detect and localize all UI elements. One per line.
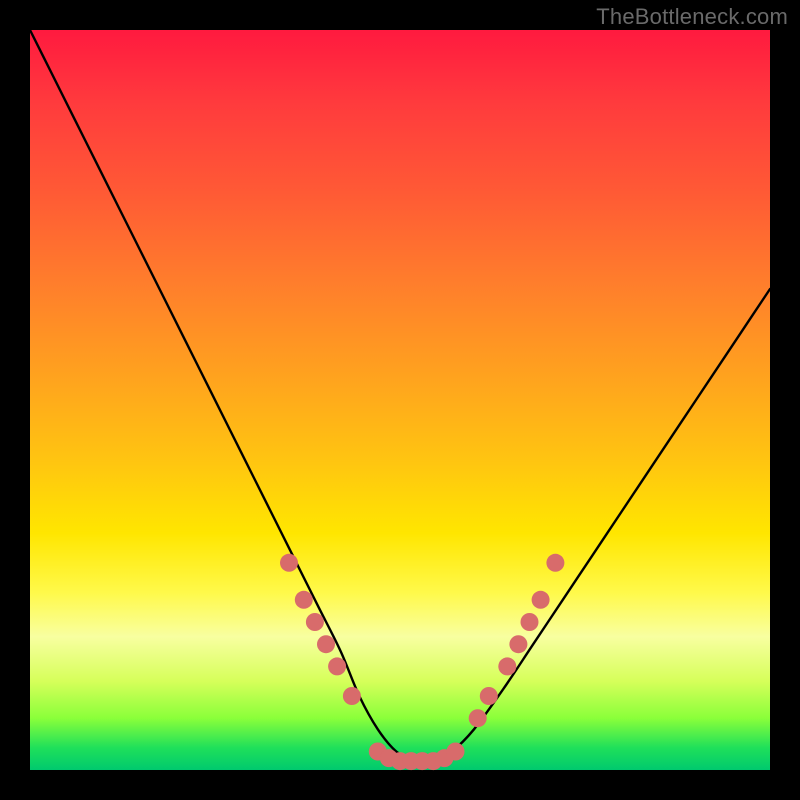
curve-marker: [447, 743, 465, 761]
bottleneck-curve: [30, 30, 770, 762]
curve-marker: [480, 687, 498, 705]
watermark-text: TheBottleneck.com: [596, 4, 788, 30]
plot-area: [30, 30, 770, 770]
curve-marker: [280, 554, 298, 572]
curve-marker: [546, 554, 564, 572]
curve-marker: [343, 687, 361, 705]
curve-marker: [498, 657, 516, 675]
outer-frame: TheBottleneck.com: [0, 0, 800, 800]
curve-marker: [295, 591, 313, 609]
curve-marker: [532, 591, 550, 609]
curve-marker: [469, 709, 487, 727]
curve-marker: [306, 613, 324, 631]
curve-marker: [509, 635, 527, 653]
chart-svg: [30, 30, 770, 770]
curve-marker: [317, 635, 335, 653]
curve-marker: [521, 613, 539, 631]
curve-marker: [328, 657, 346, 675]
